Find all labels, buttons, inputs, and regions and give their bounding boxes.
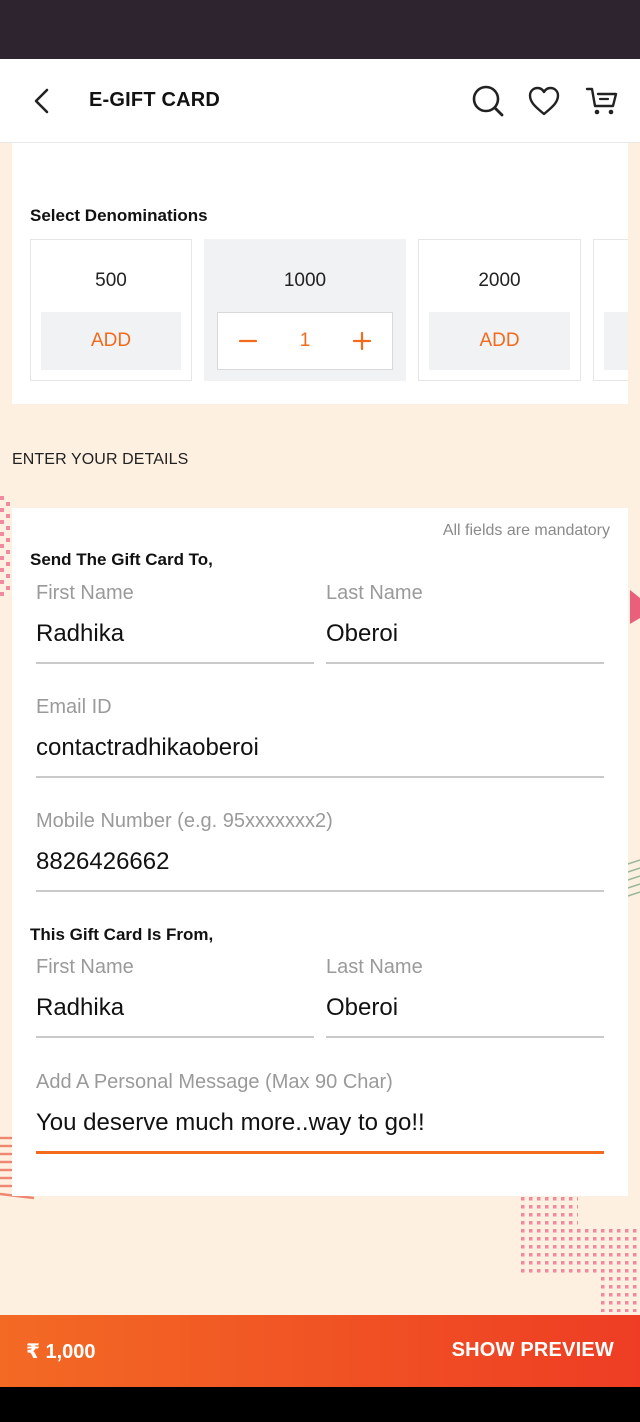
field-value[interactable]: Radhika [36, 994, 124, 1022]
wishlist-button[interactable] [522, 79, 566, 123]
details-form: All fields are mandatory Send The Gift C… [12, 508, 628, 1196]
cart-button[interactable] [580, 79, 624, 123]
quantity-stepper: 1 [217, 312, 393, 370]
denomination-value: 500 [95, 270, 127, 291]
recipient-section-label: Send The Gift Card To, [30, 550, 213, 569]
field-underline [36, 776, 604, 778]
field-value[interactable]: contactradhikaoberoi [36, 734, 259, 762]
field-label: First Name [36, 582, 134, 604]
status-bar [0, 0, 640, 59]
cart-icon [585, 87, 618, 115]
denomination-panel: Select Denominations 500 ADD 1000 1 2000… [12, 143, 628, 404]
back-arrow-icon [34, 88, 49, 114]
total-amount: ₹ 1,000 [26, 1341, 96, 1363]
plus-icon [352, 331, 372, 351]
field-underline [36, 890, 604, 892]
denomination-card-500[interactable]: 500 ADD [30, 239, 192, 381]
field-value[interactable]: You deserve much more..way to go!! [36, 1109, 425, 1137]
field-underline [36, 662, 314, 664]
denomination-card-2000[interactable]: 2000 ADD [418, 239, 581, 381]
search-button[interactable] [466, 79, 510, 123]
field-value[interactable]: 8826426662 [36, 848, 169, 876]
heart-icon [528, 86, 560, 116]
checkout-bar: ₹ 1,000 SHOW PREVIEW [0, 1315, 640, 1387]
page-title: E-GIFT CARD [89, 89, 221, 111]
field-label: Add A Personal Message (Max 90 Char) [36, 1071, 393, 1093]
field-value[interactable]: Oberoi [326, 994, 398, 1022]
field-label: Last Name [326, 582, 423, 604]
field-value[interactable]: Oberoi [326, 620, 398, 648]
field-label: Email ID [36, 696, 112, 718]
mandatory-note: All fields are mandatory [442, 522, 610, 539]
search-icon [472, 85, 504, 117]
field-label: Mobile Number (e.g. 95xxxxxxx2) [36, 810, 333, 832]
back-button[interactable] [20, 79, 64, 123]
minus-icon [238, 339, 258, 343]
triangle-decoration [630, 590, 640, 624]
add-500-button[interactable]: ADD [41, 312, 181, 370]
field-underline [36, 1036, 314, 1038]
decrease-quantity-button[interactable] [218, 313, 278, 369]
app-header: E-GIFT CARD [0, 59, 640, 143]
field-value[interactable]: Radhika [36, 620, 124, 648]
sender-section-label: This Gift Card Is From, [30, 925, 214, 944]
system-navigation-bar [0, 1387, 640, 1422]
dot-grid-decoration [520, 1196, 640, 1312]
quantity-value: 1 [299, 330, 311, 351]
field-underline-active [36, 1151, 604, 1154]
increase-quantity-button[interactable] [332, 313, 392, 369]
denomination-card-partial[interactable] [593, 239, 628, 381]
field-label: First Name [36, 956, 134, 978]
denomination-value: 1000 [283, 270, 327, 291]
details-heading: ENTER YOUR DETAILS [12, 451, 189, 468]
field-underline [326, 662, 604, 664]
add-button-partial[interactable] [604, 312, 628, 370]
show-preview-button[interactable]: SHOW PREVIEW [452, 1339, 614, 1362]
denomination-card-1000[interactable]: 1000 1 [204, 239, 406, 381]
line-pattern-decoration [627, 859, 640, 897]
add-2000-button[interactable]: ADD [429, 312, 570, 370]
denomination-value: 2000 [478, 270, 521, 291]
field-label: Last Name [326, 956, 423, 978]
field-underline [326, 1036, 604, 1038]
denominations-label: Select Denominations [30, 206, 208, 225]
